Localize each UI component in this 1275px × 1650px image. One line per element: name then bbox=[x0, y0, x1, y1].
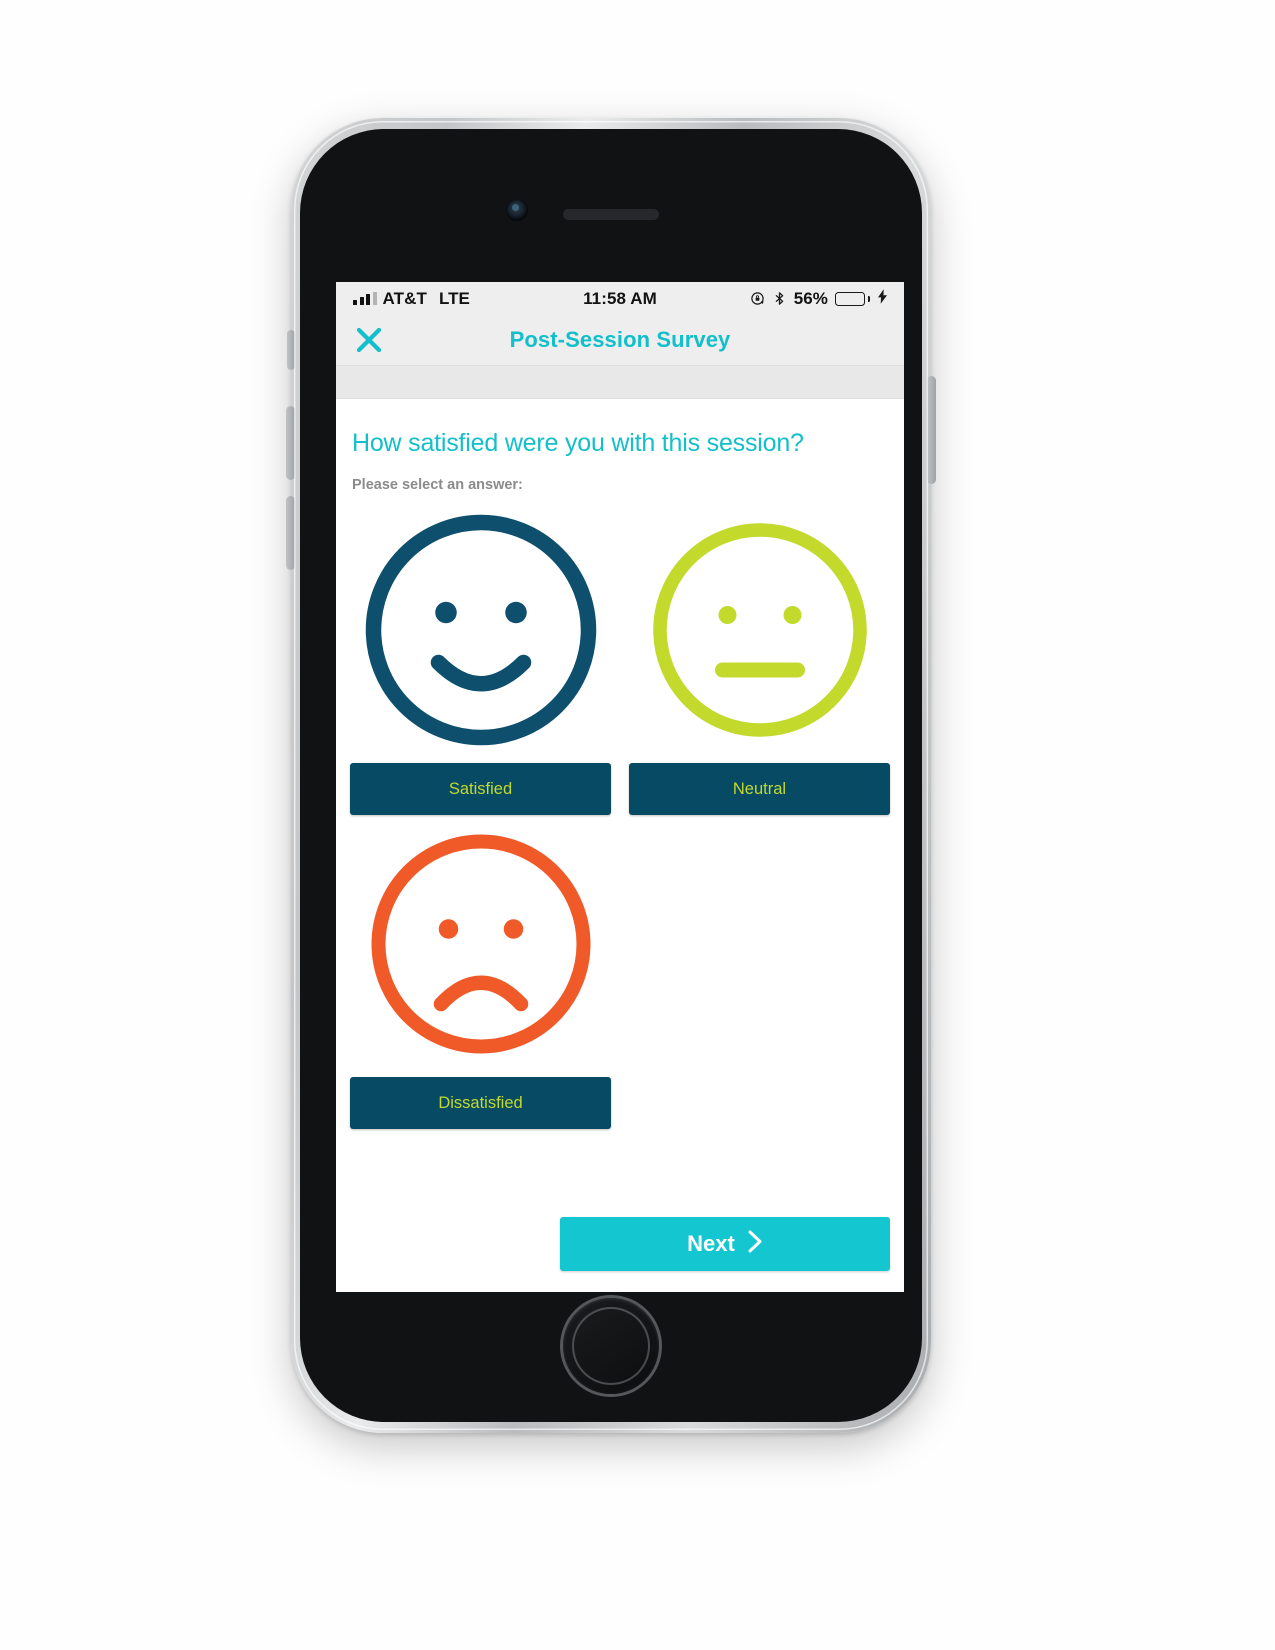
phone-screen: AT&T LTE 11:58 AM 56% Post-Session Surve… bbox=[336, 282, 904, 1292]
status-bar-right: 56% bbox=[750, 289, 887, 309]
battery-percent-label: 56% bbox=[793, 288, 828, 308]
happy-face-icon[interactable] bbox=[350, 501, 611, 763]
status-bar-left: AT&T LTE bbox=[353, 289, 470, 309]
power-button[interactable] bbox=[927, 376, 936, 484]
mute-switch[interactable] bbox=[287, 330, 295, 370]
signal-bars-icon bbox=[353, 292, 377, 305]
option-satisfied-button[interactable]: Satisfied bbox=[350, 763, 611, 815]
carrier-label: AT&T bbox=[382, 288, 427, 308]
status-bar: AT&T LTE 11:58 AM 56% bbox=[336, 282, 904, 315]
next-button[interactable]: Next bbox=[560, 1217, 890, 1271]
survey-question: How satisfied were you with this session… bbox=[352, 429, 804, 457]
option-satisfied[interactable]: Satisfied bbox=[350, 501, 611, 815]
option-neutral[interactable]: Neutral bbox=[629, 501, 890, 815]
volume-up-button[interactable] bbox=[286, 406, 295, 480]
rotation-lock-icon bbox=[750, 291, 765, 306]
sad-face-icon[interactable] bbox=[350, 815, 611, 1077]
earpiece-speaker bbox=[563, 209, 659, 220]
survey-content: How satisfied were you with this session… bbox=[336, 399, 904, 1291]
grid-empty-cell bbox=[629, 815, 890, 1129]
home-button[interactable] bbox=[563, 1298, 659, 1394]
nav-bar: Post-Session Survey bbox=[336, 315, 904, 366]
answer-options-grid: Satisfied Neutral Dissatisfied bbox=[350, 501, 890, 1129]
close-x-icon[interactable] bbox=[346, 317, 392, 363]
option-dissatisfied-button[interactable]: Dissatisfied bbox=[350, 1077, 611, 1129]
survey-instruction: Please select an answer: bbox=[352, 477, 523, 493]
volume-down-button[interactable] bbox=[286, 496, 295, 570]
footer-actions: Next bbox=[350, 1217, 890, 1271]
bluetooth-icon bbox=[772, 291, 787, 306]
section-spacer bbox=[336, 366, 904, 399]
next-button-label: Next bbox=[687, 1231, 735, 1256]
network-type-label: LTE bbox=[438, 288, 470, 308]
battery-icon bbox=[834, 291, 870, 306]
front-camera-icon bbox=[506, 199, 528, 221]
option-dissatisfied[interactable]: Dissatisfied bbox=[350, 815, 611, 1129]
phone-device: AT&T LTE 11:58 AM 56% Post-Session Surve… bbox=[286, 118, 936, 1433]
lightning-bolt-icon bbox=[878, 288, 887, 309]
chevron-right-icon bbox=[747, 1229, 763, 1260]
screenshot-stage: AT&T LTE 11:58 AM 56% Post-Session Surve… bbox=[0, 0, 1275, 1650]
phone-front-panel: AT&T LTE 11:58 AM 56% Post-Session Surve… bbox=[300, 129, 922, 1422]
page-title: Post-Session Survey bbox=[509, 327, 731, 352]
option-neutral-button[interactable]: Neutral bbox=[629, 763, 890, 815]
neutral-face-icon[interactable] bbox=[629, 501, 890, 763]
